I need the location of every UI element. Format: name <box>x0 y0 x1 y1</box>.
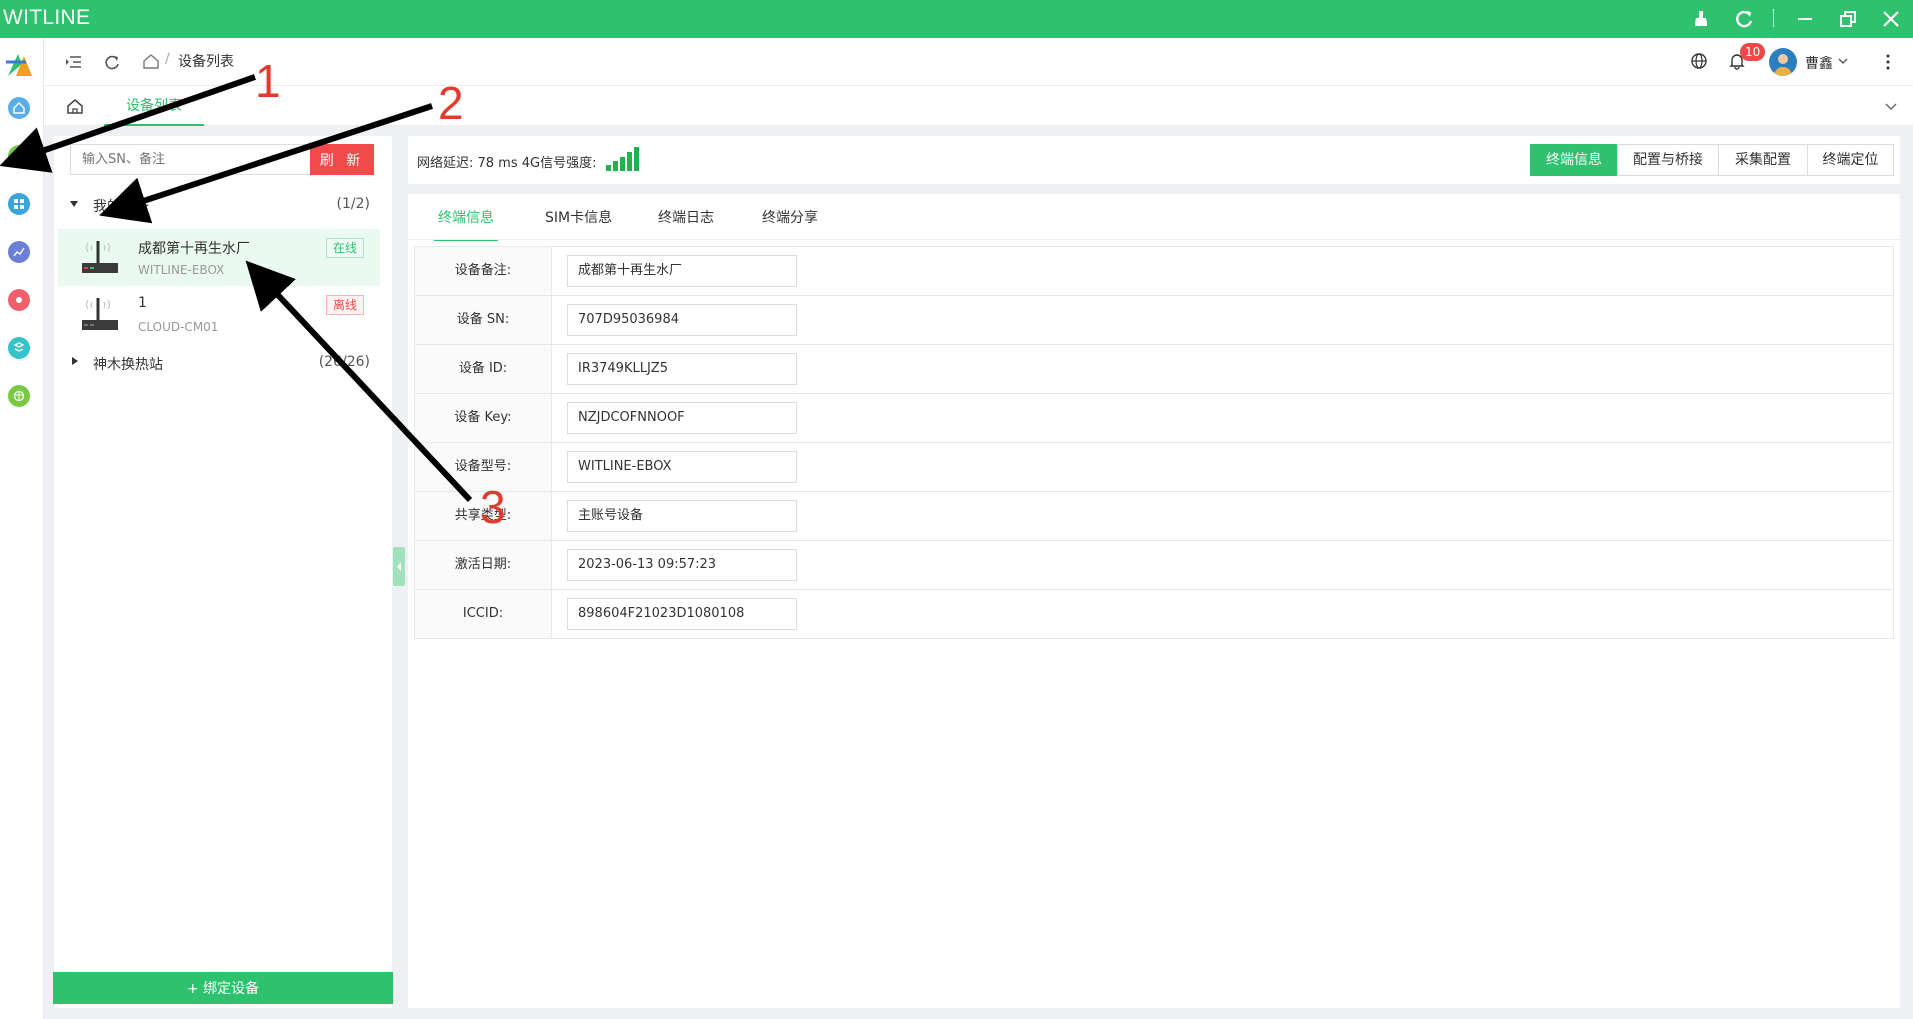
minimize-icon[interactable] <box>1794 8 1816 30</box>
device-detail-panel: 终端信息 SIM卡信息 终端日志 终端分享 设备备注: 成都第十再生水厂 设备 … <box>408 194 1900 1008</box>
tab-device-list[interactable]: 设备列表 <box>104 86 204 126</box>
group-my-devices[interactable]: 我的设备 (1/2) <box>54 190 392 220</box>
device-item[interactable]: 成都第十再生水厂 WITLINE-EBOX 在线 <box>58 229 380 286</box>
device-name: 1 <box>138 295 147 311</box>
breadcrumb-separator: / <box>165 51 170 67</box>
subtab-divider <box>408 239 1900 240</box>
reload-icon[interactable] <box>102 52 122 72</box>
device-model: WITLINE-EBOX <box>138 263 225 277</box>
info-label: 共享类型: <box>415 492 552 540</box>
notification-badge: 10 <box>1740 43 1766 61</box>
info-value: NZJDCOFNNOOF <box>567 402 797 434</box>
app-logo <box>4 48 36 80</box>
info-row-sn: 设备 SN: 707D95036984 <box>415 296 1894 345</box>
puzzle-nav-icon[interactable] <box>8 289 30 311</box>
breadcrumb-current: 设备列表 <box>178 54 234 70</box>
side-rail <box>0 38 44 1019</box>
info-value: 707D95036984 <box>567 304 797 336</box>
info-value: 成都第十再生水厂 <box>567 255 797 287</box>
device-name: 成都第十再生水厂 <box>138 241 250 257</box>
broom-icon[interactable] <box>1690 8 1712 30</box>
info-label: 设备 ID: <box>415 345 552 393</box>
device-info-table: 设备备注: 成都第十再生水厂 设备 SN: 707D95036984 设备 ID… <box>414 246 1894 639</box>
refresh-icon[interactable] <box>1733 8 1755 30</box>
group-count: (1/2) <box>336 196 370 212</box>
info-value: 主账号设备 <box>567 500 797 532</box>
subtab-terminal-share[interactable]: 终端分享 <box>762 207 818 241</box>
info-row-key: 设备 Key: NZJDCOFNNOOF <box>415 394 1894 443</box>
tab-home-icon[interactable] <box>66 97 84 115</box>
router-icon <box>80 294 120 334</box>
terminal-location-button[interactable]: 终端定位 <box>1807 144 1894 176</box>
info-value: WITLINE-EBOX <box>567 451 797 483</box>
avatar[interactable] <box>1769 48 1797 76</box>
info-row-activation-date: 激活日期: 2023-06-13 09:57:23 <box>415 541 1894 590</box>
device-nav-icon[interactable] <box>8 145 30 167</box>
refresh-button[interactable]: 刷 新 <box>310 144 374 175</box>
subtab-terminal-log[interactable]: 终端日志 <box>658 207 714 241</box>
dropbox-nav-icon[interactable] <box>8 337 30 359</box>
title-divider <box>1773 9 1774 27</box>
terminal-info-button[interactable]: 终端信息 <box>1530 144 1618 176</box>
info-label: 设备型号: <box>415 443 552 491</box>
user-name[interactable]: 曹鑫 <box>1805 53 1833 73</box>
info-row-share-type: 共享类型: 主账号设备 <box>415 492 1894 541</box>
home-nav-icon[interactable] <box>8 97 30 119</box>
status-badge: 离线 <box>325 295 364 315</box>
info-value: IR3749KLLJZ5 <box>567 353 797 385</box>
title-bar: WITLINE <box>0 0 1913 38</box>
menu-fold-icon[interactable] <box>64 52 84 72</box>
info-label: 设备备注: <box>415 247 552 295</box>
status-badge: 在线 <box>325 238 364 258</box>
signal-strength-icon <box>606 146 646 172</box>
language-globe-icon[interactable] <box>1690 52 1710 72</box>
info-label: 设备 Key: <box>415 394 552 442</box>
chart-nav-icon[interactable] <box>8 241 30 263</box>
panel-splitter[interactable] <box>393 547 405 586</box>
device-tree-panel: 刷 新 我的设备 (1/2) 成都第十再生水厂 WITLINE-EBOX 在线 … <box>53 136 393 1008</box>
device-item[interactable]: 1 CLOUD-CM01 离线 <box>58 286 380 343</box>
group-shenmu[interactable]: 神木换热站 (26/26) <box>54 348 392 378</box>
ball-nav-icon[interactable] <box>8 385 30 407</box>
group-name: 神木换热站 <box>93 357 163 373</box>
info-label: 激活日期: <box>415 541 552 589</box>
group-name: 我的设备 <box>93 199 149 215</box>
grid-nav-icon[interactable] <box>8 193 30 215</box>
restore-icon[interactable] <box>1837 8 1859 30</box>
info-row-remark: 设备备注: 成都第十再生水厂 <box>415 247 1894 296</box>
group-count: (26/26) <box>318 354 370 370</box>
page-tabs: 设备列表 <box>44 86 1913 126</box>
info-row-id: 设备 ID: IR3749KLLJZ5 <box>415 345 1894 394</box>
close-icon[interactable] <box>1880 8 1902 30</box>
collect-config-button[interactable]: 采集配置 <box>1718 144 1808 176</box>
info-value: 2023-06-13 09:57:23 <box>567 549 797 581</box>
info-value: 898604F21023D1080108 <box>567 598 797 630</box>
info-label: ICCID: <box>415 590 552 638</box>
subtab-terminal-info[interactable]: 终端信息 <box>434 207 498 241</box>
device-status-bar: 网络延迟: 78 ms 4G信号强度: 终端信息 配置与桥接 采集配置 终端定位 <box>408 136 1900 184</box>
caret-right-icon <box>72 357 78 365</box>
chevron-down-icon[interactable] <box>1837 55 1857 75</box>
tabs-chevron-down-icon[interactable] <box>1883 98 1899 114</box>
bind-device-button[interactable]: + 绑定设备 <box>53 972 393 1004</box>
latency-text: 网络延迟: 78 ms 4G信号强度: <box>417 156 597 171</box>
search-input[interactable] <box>70 144 310 175</box>
top-nav: / 设备列表 10 曹鑫 <box>44 38 1913 86</box>
device-model: CLOUD-CM01 <box>138 320 219 334</box>
more-vertical-icon[interactable] <box>1878 52 1898 72</box>
info-row-model: 设备型号: WITLINE-EBOX <box>415 443 1894 492</box>
router-icon <box>80 237 120 277</box>
app-title: WITLINE <box>3 6 91 29</box>
info-label: 设备 SN: <box>415 296 552 344</box>
subtab-sim-info[interactable]: SIM卡信息 <box>545 207 612 241</box>
info-row-iccid: ICCID: 898604F21023D1080108 <box>415 590 1894 639</box>
config-bridge-button[interactable]: 配置与桥接 <box>1617 144 1719 176</box>
caret-down-icon <box>70 201 78 207</box>
breadcrumb-home-icon[interactable] <box>142 52 162 72</box>
